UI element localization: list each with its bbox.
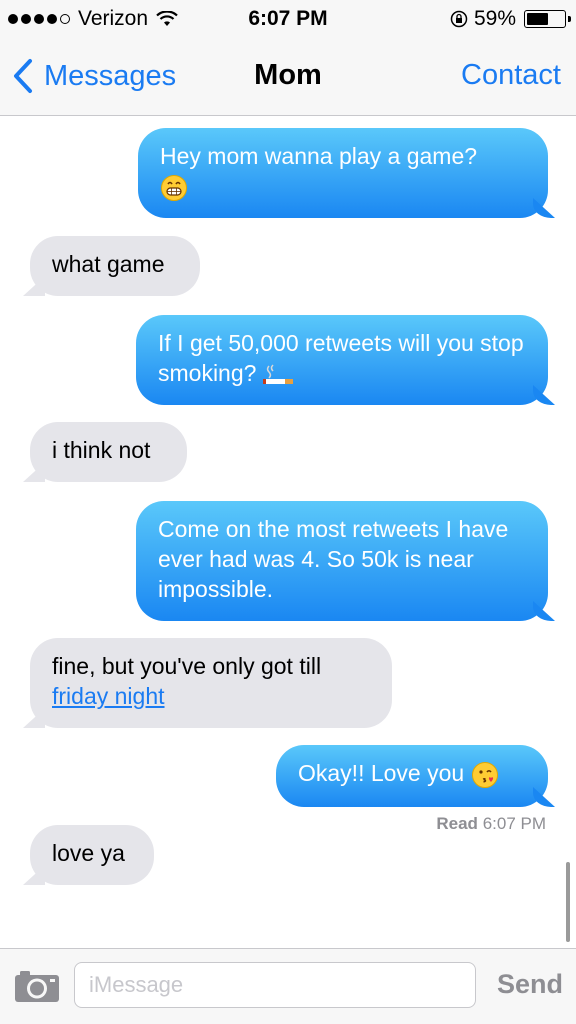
back-button[interactable]: Messages [12,58,176,94]
camera-icon[interactable] [14,969,60,1003]
message-list[interactable]: Hey mom wanna play a game? what game If … [0,116,576,948]
message-text: love ya [52,840,125,866]
send-button[interactable]: Send [497,969,563,1000]
read-time: 6:07 PM [482,814,546,833]
message-bubble-outgoing[interactable]: Hey mom wanna play a game? [138,128,548,218]
message-text: fine, but you've only got till [52,653,322,679]
navigation-bar: Messages Mom Contact [0,38,576,116]
date-link[interactable]: friday night [52,683,165,709]
battery-icon [524,10,571,28]
message-text: Okay!! Love you [298,760,465,786]
message-text: what game [52,251,165,277]
message-text: i think not [52,437,151,463]
rotation-lock-icon [450,10,468,28]
message-bubble-outgoing[interactable]: Come on the most retweets I have ever ha… [136,501,548,621]
message-bubble-incoming[interactable]: i think not [30,422,187,482]
message-bubble-incoming[interactable]: what game [30,236,200,296]
contact-button[interactable]: Contact [461,59,561,92]
status-right: 59% [450,7,571,31]
message-text: If I get 50,000 retweets will you stop s… [158,330,524,386]
grinning-face-icon [161,174,187,201]
kissing-face-icon [471,761,498,788]
message-input[interactable] [74,962,476,1008]
message-composer: Send [0,948,576,1024]
read-receipt: Read 6:07 PM [436,814,546,834]
message-text: Come on the most retweets I have ever ha… [158,516,509,602]
chevron-left-icon [14,59,32,93]
message-text: Hey mom wanna play a game? [160,143,478,169]
message-bubble-outgoing[interactable]: Okay!! Love you [276,745,548,807]
cigarette-icon [262,364,293,384]
message-bubble-incoming[interactable]: fine, but you've only got till friday ni… [30,638,392,728]
scroll-indicator[interactable] [566,862,570,942]
status-bar: Verizon 6:07 PM 59% [0,0,576,38]
message-bubble-incoming[interactable]: love ya [30,825,154,885]
battery-percent: 59% [473,7,516,30]
read-label: Read [436,814,478,833]
back-label: Messages [44,59,177,92]
message-bubble-outgoing[interactable]: If I get 50,000 retweets will you stop s… [136,315,548,405]
